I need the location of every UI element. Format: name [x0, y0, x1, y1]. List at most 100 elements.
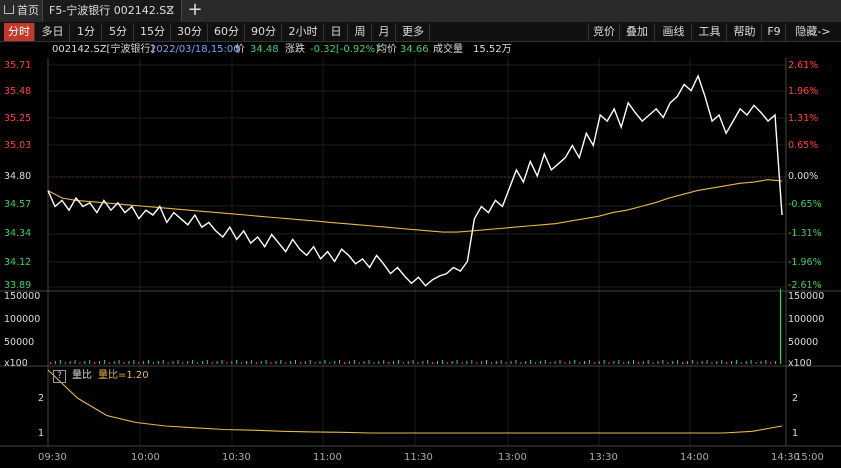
volume-bar: [393, 361, 394, 364]
volume-bar: [103, 360, 105, 364]
volume-bar: [388, 362, 390, 364]
volume-bar: [500, 360, 502, 364]
volume-bar: [201, 361, 203, 364]
volume-bar: [348, 361, 350, 364]
pct-tick: 2.61%: [788, 60, 819, 71]
volume-bar: [250, 360, 252, 364]
volume-bar: [745, 361, 747, 364]
price-tick: 34.57: [4, 199, 32, 210]
price-tick: 35.48: [4, 86, 32, 97]
volume-bar: [691, 360, 693, 364]
pct-tick: 0.00%: [788, 171, 819, 182]
volume-bar: [99, 361, 100, 364]
volume-bar: [471, 360, 473, 364]
volume-bar: [94, 362, 96, 364]
volume-bar: [226, 362, 228, 364]
price-tick: 33.89: [4, 280, 32, 291]
volume-bar: [755, 362, 757, 364]
volume-bar: [701, 361, 703, 364]
ratio-tick: 1: [38, 428, 45, 439]
volume-bar: [525, 361, 527, 364]
volume-tick: 150000: [4, 291, 41, 302]
volume-bar: [148, 360, 149, 364]
price-tick: 34.12: [4, 257, 32, 268]
volume-bar: [64, 362, 66, 364]
volume-bar: [441, 360, 443, 364]
volume-bar: [118, 360, 120, 364]
volume-bar: [476, 362, 478, 364]
volume-bar: [422, 361, 424, 364]
volume-bar: [486, 360, 487, 364]
volume-bar: [510, 361, 512, 364]
volume-bar: [539, 361, 541, 364]
volume-bar: [642, 361, 644, 364]
volume-bar: [324, 360, 326, 364]
volume-bar: [373, 362, 375, 364]
time-tick: 13:30: [589, 452, 618, 463]
ratio-tick: 2: [792, 393, 799, 404]
volume-bar: [295, 360, 296, 364]
volume-bar: [319, 361, 321, 364]
volume-bar: [726, 362, 728, 364]
volume-bar: [647, 360, 649, 364]
pct-tick: 1.31%: [788, 113, 819, 124]
volume-bar: [628, 361, 630, 364]
volume-bar: [677, 360, 679, 364]
volume-bar: [363, 361, 365, 364]
volume-bar: [662, 360, 664, 364]
volume-bar: [481, 361, 483, 364]
volume-bar: [466, 361, 468, 364]
volume-bar: [255, 362, 257, 364]
volume-bar: [54, 361, 56, 364]
intraday-chart[interactable]: [0, 0, 841, 468]
volume-bar: [211, 362, 213, 364]
volume-bar: [451, 361, 453, 364]
volume-bar: [554, 361, 556, 364]
time-tick: 10:30: [222, 452, 251, 463]
volume-bar: [334, 361, 336, 364]
volume-bar: [775, 361, 777, 364]
time-tick: 11:00: [313, 452, 342, 463]
time-tick: 11:30: [404, 452, 433, 463]
volume-bar: [280, 360, 282, 364]
volume-bar: [157, 361, 159, 364]
volume-bar: [299, 362, 301, 364]
pct-tick: 1.96%: [788, 86, 819, 97]
time-tick: 14:00: [680, 452, 709, 463]
volume-bar: [770, 362, 772, 364]
volume-bar: [192, 360, 194, 364]
volume-bar: [314, 362, 316, 364]
volume-bar: [657, 361, 659, 364]
volume-bar: [216, 361, 218, 364]
volume-bar: [432, 362, 434, 364]
volume-bar: [84, 361, 86, 364]
volume-bar: [353, 360, 355, 364]
volume-bar: [187, 361, 189, 364]
volume-bar: [608, 362, 610, 364]
volume-bar: [598, 361, 600, 364]
volume-bar: [304, 361, 306, 364]
volume-bar: [603, 360, 605, 364]
volume-bar: [339, 360, 341, 364]
volume-bar: [613, 361, 615, 364]
volume-bar: [177, 360, 179, 364]
volume-bar: [358, 362, 360, 364]
volume-bar: [569, 361, 571, 364]
volume-bar: [427, 360, 429, 364]
volume-bar: [79, 362, 81, 364]
ratio-title: 量比: [72, 370, 92, 381]
volume-bar: [290, 361, 292, 364]
pct-tick: -1.96%: [788, 257, 822, 268]
ratio-value: 量比=1.20: [98, 370, 149, 381]
volume-bar: [584, 361, 585, 364]
volume-bar: [412, 360, 414, 364]
help-icon[interactable]: ?: [53, 370, 66, 383]
volume-bar: [50, 362, 51, 364]
volume-bar: [559, 360, 561, 364]
volume-bar: [133, 360, 135, 364]
volume-bar: [206, 360, 208, 364]
volume-tick: 150000: [788, 291, 825, 302]
volume-bar: [711, 362, 713, 364]
price-tick: 35.71: [4, 60, 32, 71]
volume-bar: [182, 362, 184, 364]
